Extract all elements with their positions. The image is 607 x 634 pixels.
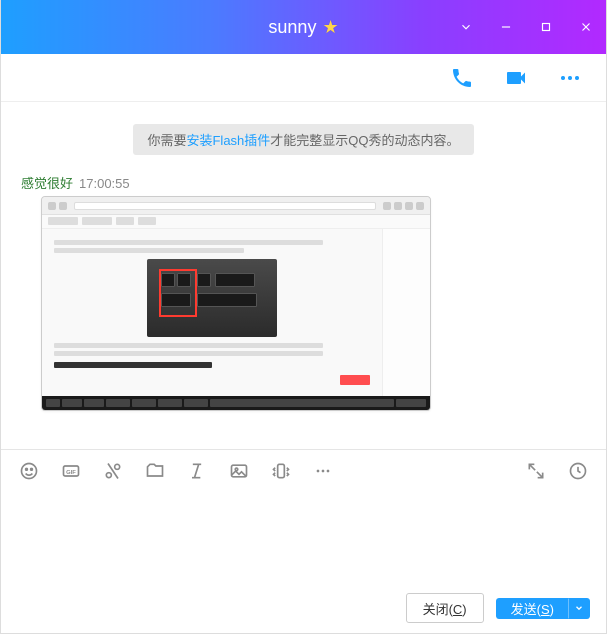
flash-notice-suffix: 才能完整显示QQ秀的动态内容。 (270, 133, 459, 148)
font-style-button[interactable] (187, 461, 207, 481)
message-header: 感觉很好 17:00:55 (21, 173, 586, 192)
close-button-label: 关闭(C) (423, 599, 467, 618)
voice-call-button[interactable] (450, 66, 474, 90)
gif-button[interactable]: GIF (61, 461, 81, 481)
contact-name: sunny (268, 17, 316, 38)
image-button[interactable] (229, 461, 249, 481)
footer-buttons: 关闭(C) 发送(S) (1, 583, 606, 633)
flash-notice-prefix: 你需要 (147, 133, 186, 148)
file-button[interactable] (145, 461, 165, 481)
close-chat-button[interactable]: 关闭(C) (406, 593, 484, 623)
history-button[interactable] (568, 461, 588, 481)
action-bar (1, 54, 606, 102)
fullscreen-button[interactable] (526, 461, 546, 481)
chat-history: 你需要安装Flash插件才能完整显示QQ秀的动态内容。 感觉很好 17:00:55 (1, 102, 606, 449)
minimize-button[interactable] (486, 0, 526, 54)
screenshot-browser-chrome (42, 197, 430, 215)
chat-title: sunny ★ (268, 17, 338, 38)
screenshot-button[interactable] (103, 461, 123, 481)
svg-text:GIF: GIF (66, 469, 76, 475)
screenshot-taskbar (42, 396, 430, 410)
sender-name: 感觉很好 (21, 176, 73, 191)
screenshot-body (42, 229, 430, 396)
more-options-button[interactable] (558, 66, 582, 90)
send-button-group: 发送(S) (496, 598, 590, 619)
maximize-button[interactable] (526, 0, 566, 54)
send-options-button[interactable] (568, 598, 590, 619)
message-input[interactable] (1, 491, 606, 583)
message-image-screenshot[interactable] (41, 196, 431, 411)
send-button-label: 发送(S) (511, 599, 554, 618)
screenshot-toolbar (42, 215, 430, 229)
message-time: 17:00:55 (79, 176, 130, 191)
send-button[interactable]: 发送(S) (496, 598, 568, 619)
emoji-button[interactable] (19, 461, 39, 481)
window-controls (446, 0, 606, 54)
flash-notice: 你需要安装Flash插件才能完整显示QQ秀的动态内容。 (133, 124, 473, 155)
close-button[interactable] (566, 0, 606, 54)
video-call-button[interactable] (504, 66, 528, 90)
screenshot-keyboard-image (147, 259, 277, 337)
input-toolbar: GIF (1, 449, 606, 491)
star-icon: ★ (322, 17, 338, 38)
shake-button[interactable] (271, 461, 291, 481)
more-tools-button[interactable] (313, 461, 333, 481)
install-flash-link[interactable]: 安装Flash插件 (186, 133, 270, 148)
title-bar: sunny ★ (1, 0, 606, 54)
dropdown-button[interactable] (446, 0, 486, 54)
